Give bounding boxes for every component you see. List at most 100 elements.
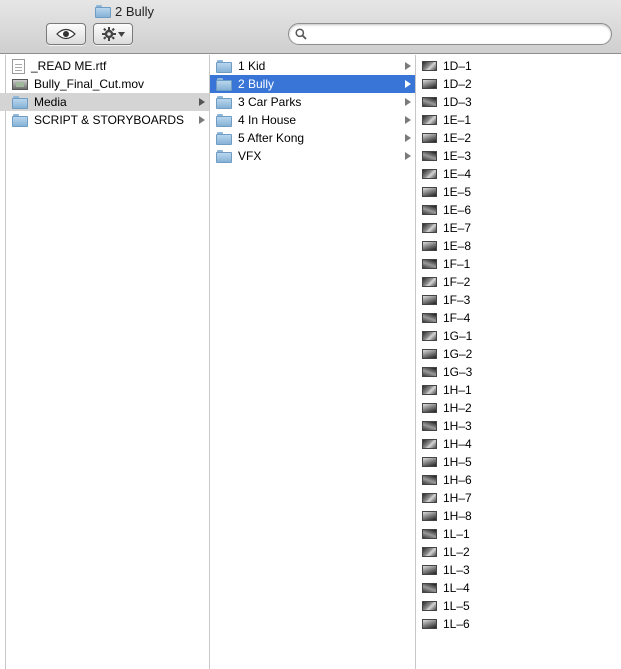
column-3[interactable]: 1D–1 1D–2 1D–3 1E–1 1E–2 1E–3 1E–4 1E–5 1E–6 1E–7…	[416, 55, 621, 669]
gear-icon	[101, 27, 116, 41]
video-thumbnail-icon	[422, 133, 437, 143]
list-item[interactable]: 1D–1	[416, 57, 621, 75]
video-thumbnail-icon	[422, 421, 437, 431]
folder-icon	[95, 4, 111, 18]
list-item[interactable]: 1E–6	[416, 201, 621, 219]
list-item[interactable]: 1H–3	[416, 417, 621, 435]
list-item[interactable]: 1H–6	[416, 471, 621, 489]
list-item-1-kid[interactable]: 1 Kid	[210, 57, 415, 75]
list-item-label: 1F–3	[443, 293, 471, 307]
video-thumbnail-icon	[422, 565, 437, 575]
list-item[interactable]: 1E–5	[416, 183, 621, 201]
window-title: 2 Bully	[95, 2, 154, 20]
disclosure-arrow-icon	[405, 116, 411, 124]
video-thumbnail-icon	[422, 241, 437, 251]
list-item[interactable]: 1E–1	[416, 111, 621, 129]
list-item-label: VFX	[238, 149, 262, 163]
list-item[interactable]: 1E–2	[416, 129, 621, 147]
list-item-5-after-kong[interactable]: 5 After Kong	[210, 129, 415, 147]
list-item-3-car-parks[interactable]: 3 Car Parks	[210, 93, 415, 111]
list-item-label: 1F–4	[443, 311, 471, 325]
list-item[interactable]: 1H–8	[416, 507, 621, 525]
search-field[interactable]	[288, 23, 612, 45]
list-item-label: 1H–2	[443, 401, 472, 415]
list-item-vfx[interactable]: VFX	[210, 147, 415, 165]
action-menu-button[interactable]	[93, 23, 133, 45]
list-item[interactable]: 1G–3	[416, 363, 621, 381]
list-item-label: 1H–8	[443, 509, 472, 523]
list-item[interactable]: 1H–1	[416, 381, 621, 399]
list-item[interactable]: 1H–7	[416, 489, 621, 507]
video-thumbnail-icon	[422, 79, 437, 89]
video-thumbnail-icon	[422, 493, 437, 503]
list-item-bully-final-cut[interactable]: Bully_Final_Cut.mov	[6, 75, 209, 93]
list-item-label: 1G–3	[443, 365, 473, 379]
quick-look-button[interactable]	[46, 23, 86, 45]
list-item-script-storyboards[interactable]: SCRIPT & STORYBOARDS	[6, 111, 209, 129]
list-item-media[interactable]: Media	[0, 93, 209, 111]
list-item-label: 1G–2	[443, 347, 473, 361]
list-item-label: SCRIPT & STORYBOARDS	[34, 113, 185, 127]
list-item[interactable]: 1G–2	[416, 345, 621, 363]
list-item[interactable]: 1F–4	[416, 309, 621, 327]
video-thumbnail-icon	[422, 169, 437, 179]
list-item-label: 1L–1	[443, 527, 470, 541]
list-item[interactable]: 1F–3	[416, 291, 621, 309]
list-item[interactable]: 1H–5	[416, 453, 621, 471]
list-item[interactable]: 1F–1	[416, 255, 621, 273]
list-item-label: 1E–5	[443, 185, 472, 199]
list-item[interactable]: 1L–2	[416, 543, 621, 561]
list-item-label: 1D–1	[443, 59, 472, 73]
folder-icon	[216, 59, 232, 73]
eye-icon	[56, 28, 76, 40]
list-item-read-me[interactable]: _READ ME.rtf	[6, 57, 209, 75]
list-item[interactable]: 1H–4	[416, 435, 621, 453]
video-thumbnail-icon	[422, 439, 437, 449]
list-item-label: 1H–3	[443, 419, 472, 433]
list-item-label: 1E–3	[443, 149, 472, 163]
list-item[interactable]: 1E–4	[416, 165, 621, 183]
folder-icon	[12, 95, 28, 109]
folder-icon	[216, 113, 232, 127]
list-item-label: 1E–2	[443, 131, 472, 145]
disclosure-arrow-icon	[405, 62, 411, 70]
list-item[interactable]: 1L–5	[416, 597, 621, 615]
column-1[interactable]: _READ ME.rtf Bully_Final_Cut.mov Media S…	[0, 55, 210, 669]
list-item[interactable]: 1L–1	[416, 525, 621, 543]
list-item[interactable]: 1L–3	[416, 561, 621, 579]
list-item-label: 1G–1	[443, 329, 473, 343]
list-item-label: 1H–6	[443, 473, 472, 487]
video-thumbnail-icon	[422, 97, 437, 107]
disclosure-arrow-icon	[405, 98, 411, 106]
list-item-label: 1L–3	[443, 563, 470, 577]
list-item[interactable]: 1F–2	[416, 273, 621, 291]
folder-icon	[216, 77, 232, 91]
list-item[interactable]: 1D–2	[416, 75, 621, 93]
video-thumbnail-icon	[422, 583, 437, 593]
list-item-label: 1H–5	[443, 455, 472, 469]
list-item[interactable]: 1D–3	[416, 93, 621, 111]
disclosure-arrow-icon	[405, 134, 411, 142]
folder-icon	[216, 95, 232, 109]
list-item-label: 1F–2	[443, 275, 471, 289]
list-item[interactable]: 1G–1	[416, 327, 621, 345]
list-item[interactable]: 1E–8	[416, 237, 621, 255]
list-item-4-in-house[interactable]: 4 In House	[210, 111, 415, 129]
folder-icon	[216, 131, 232, 145]
list-item[interactable]: 1L–4	[416, 579, 621, 597]
list-item-2-bully[interactable]: 2 Bully	[210, 75, 415, 93]
video-thumbnail-icon	[422, 277, 437, 287]
video-thumbnail-icon	[422, 223, 437, 233]
movie-icon	[12, 78, 28, 90]
list-item[interactable]: 1E–7	[416, 219, 621, 237]
search-input[interactable]	[311, 25, 601, 43]
disclosure-arrow-icon	[199, 98, 205, 106]
list-item[interactable]: 1H–2	[416, 399, 621, 417]
column-2[interactable]: 1 Kid 2 Bully 3 Car Parks 4 In House 5 A…	[210, 55, 416, 669]
video-thumbnail-icon	[422, 259, 437, 269]
video-thumbnail-icon	[422, 295, 437, 305]
list-item[interactable]: 1L–6	[416, 615, 621, 633]
video-thumbnail-icon	[422, 313, 437, 323]
list-item-label: 1E–1	[443, 113, 472, 127]
list-item[interactable]: 1E–3	[416, 147, 621, 165]
